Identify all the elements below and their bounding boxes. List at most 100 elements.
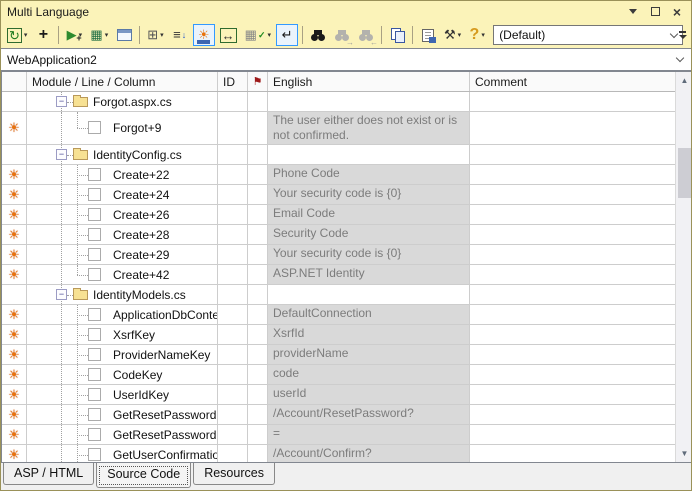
flag-cell[interactable] <box>248 145 268 164</box>
header-english-column[interactable]: English <box>268 72 470 91</box>
id-cell[interactable] <box>218 325 248 344</box>
header-comment-column[interactable]: Comment <box>470 72 675 91</box>
comment-cell[interactable] <box>470 305 675 324</box>
row-checkbox[interactable] <box>88 268 101 281</box>
comment-cell[interactable] <box>470 265 675 284</box>
flag-cell[interactable] <box>248 345 268 364</box>
run-translate-button[interactable]: ▶+▾ <box>63 24 85 46</box>
comment-cell[interactable] <box>470 165 675 184</box>
comment-cell[interactable] <box>470 385 675 404</box>
module-cell[interactable]: CodeKey <box>27 365 218 384</box>
properties-button[interactable] <box>417 24 439 46</box>
comment-cell[interactable] <box>470 112 675 144</box>
collapse-toggle-icon[interactable]: − <box>56 96 67 107</box>
id-cell[interactable] <box>218 385 248 404</box>
comment-cell[interactable] <box>470 405 675 424</box>
folder-row[interactable]: −Forgot.aspx.cs <box>2 92 675 112</box>
comment-cell[interactable] <box>470 92 675 111</box>
flag-cell[interactable] <box>248 185 268 204</box>
tools-options-button[interactable]: ⚒▾ <box>441 24 464 46</box>
module-cell[interactable]: −Forgot.aspx.cs <box>27 92 218 111</box>
string-row[interactable]: ☀ApplicationDbContexDefaultConnection <box>2 305 675 325</box>
flag-cell[interactable] <box>248 245 268 264</box>
string-row[interactable]: ☀CodeKeycode <box>2 365 675 385</box>
english-cell[interactable]: DefaultConnection <box>268 305 470 324</box>
module-cell[interactable]: −IdentityModels.cs <box>27 285 218 304</box>
id-cell[interactable] <box>218 185 248 204</box>
english-cell[interactable]: Security Code <box>268 225 470 244</box>
flag-cell[interactable] <box>248 325 268 344</box>
scrollbar-thumb[interactable] <box>678 148 691 198</box>
tab-source-code[interactable]: Source Code <box>96 463 191 488</box>
word-wrap-return-button[interactable]: ↵ <box>276 24 298 46</box>
row-checkbox[interactable] <box>88 308 101 321</box>
folder-row[interactable]: −IdentityModels.cs <box>2 285 675 305</box>
english-cell[interactable]: Your security code is {0} <box>268 245 470 264</box>
id-cell[interactable] <box>218 425 248 444</box>
module-cell[interactable]: GetUserConfirmation <box>27 445 218 463</box>
module-cell[interactable]: GetResetPasswordRe <box>27 405 218 424</box>
chevron-down-icon[interactable]: ▾ <box>24 31 28 39</box>
project-combobox[interactable]: WebApplication2 <box>1 48 691 71</box>
string-row[interactable]: ☀ProviderNameKeyproviderName <box>2 345 675 365</box>
id-cell[interactable] <box>218 305 248 324</box>
row-checkbox[interactable] <box>88 348 101 361</box>
export-excel-button[interactable]: ▦▾ <box>87 24 111 46</box>
tab-resources[interactable]: Resources <box>193 463 275 485</box>
rescan-update-button[interactable]: ↻▾ <box>4 24 30 46</box>
header-flag-column[interactable]: ⚑ <box>248 72 268 91</box>
string-row[interactable]: ☀Create+22Phone Code <box>2 165 675 185</box>
comment-cell[interactable] <box>470 145 675 164</box>
flag-cell[interactable] <box>248 305 268 324</box>
tab-asp-html[interactable]: ASP / HTML <box>3 463 94 485</box>
comment-cell[interactable] <box>470 345 675 364</box>
row-checkbox[interactable] <box>88 328 101 341</box>
row-checkbox[interactable] <box>88 408 101 421</box>
chevron-down-icon[interactable]: ▾ <box>458 31 462 39</box>
sort-rows-button[interactable]: ≡↓ <box>169 24 191 46</box>
module-cell[interactable]: Create+26 <box>27 205 218 224</box>
id-cell[interactable] <box>218 365 248 384</box>
row-checkbox[interactable] <box>88 368 101 381</box>
string-row[interactable]: ☀Create+26Email Code <box>2 205 675 225</box>
english-cell[interactable]: The user either does not exist or is not… <box>268 112 470 144</box>
collapse-toggle-icon[interactable]: − <box>56 289 67 300</box>
english-cell[interactable]: code <box>268 365 470 384</box>
header-status-column[interactable] <box>2 72 27 91</box>
comment-cell[interactable] <box>470 445 675 463</box>
module-cell[interactable]: ApplicationDbContex <box>27 305 218 324</box>
row-checkbox[interactable] <box>88 228 101 241</box>
string-row[interactable]: ☀Forgot+9The user either does not exist … <box>2 112 675 145</box>
module-cell[interactable]: ProviderNameKey <box>27 345 218 364</box>
english-cell[interactable]: userId <box>268 385 470 404</box>
module-cell[interactable]: Create+29 <box>27 245 218 264</box>
string-row[interactable]: ☀Create+24Your security code is {0} <box>2 185 675 205</box>
string-row[interactable]: ☀GetUserConfirmation/Account/Confirm? <box>2 445 675 463</box>
highlight-hardcoded-button[interactable]: ☀ <box>193 24 215 46</box>
chevron-down-icon[interactable]: ▾ <box>105 31 109 39</box>
comment-cell[interactable] <box>470 205 675 224</box>
string-row[interactable]: ☀GetResetPasswordRe/Account/ResetPasswor… <box>2 405 675 425</box>
maximize-icon[interactable] <box>647 4 663 19</box>
string-row[interactable]: ☀XsrfKeyXsrfId <box>2 325 675 345</box>
module-cell[interactable]: Create+22 <box>27 165 218 184</box>
language-combobox[interactable]: (Default) <box>493 25 683 45</box>
find-button[interactable] <box>307 24 329 46</box>
row-checkbox[interactable] <box>88 448 101 461</box>
string-row[interactable]: ☀Create+42ASP.NET Identity <box>2 265 675 285</box>
comment-cell[interactable] <box>470 365 675 384</box>
copy-button[interactable] <box>386 24 408 46</box>
module-cell[interactable]: GetResetPasswordRe <box>27 425 218 444</box>
module-cell[interactable]: UserIdKey <box>27 385 218 404</box>
id-cell[interactable] <box>218 112 248 144</box>
resource-dialog-button[interactable] <box>113 24 135 46</box>
id-cell[interactable] <box>218 245 248 264</box>
vertical-scrollbar[interactable]: ▲ ▼ <box>675 72 692 462</box>
row-checkbox[interactable] <box>88 188 101 201</box>
english-cell[interactable] <box>268 145 470 164</box>
scroll-up-icon[interactable]: ▲ <box>676 72 692 89</box>
collapse-toggle-icon[interactable]: − <box>56 149 67 160</box>
header-id-column[interactable]: ID <box>218 72 248 91</box>
id-cell[interactable] <box>218 265 248 284</box>
flag-cell[interactable] <box>248 112 268 144</box>
